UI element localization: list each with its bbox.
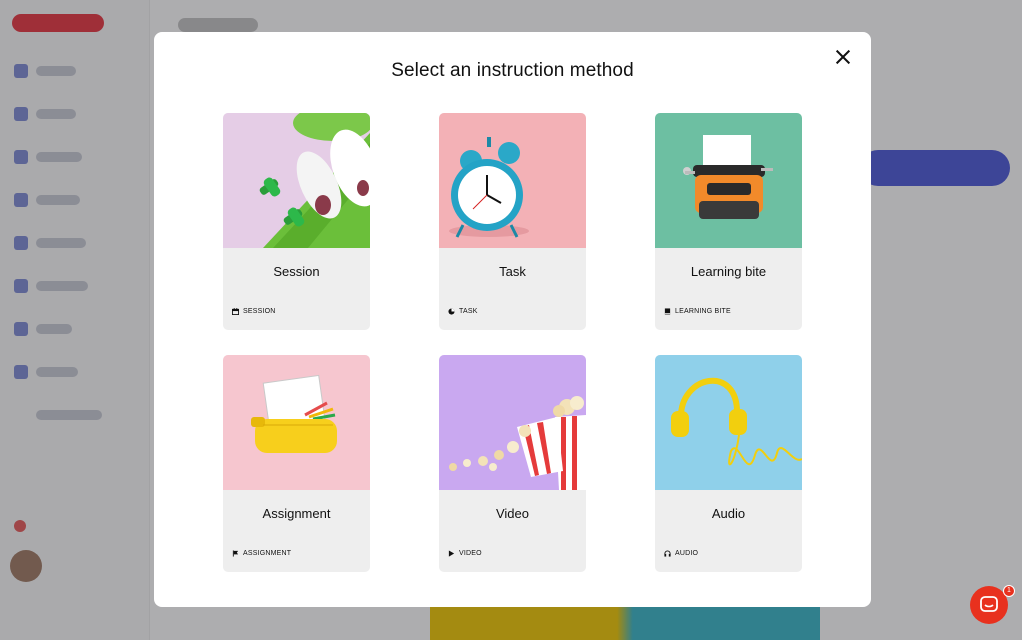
card-video-image [439, 355, 586, 490]
card-assignment[interactable]: Assignment ASSIGNMENT [223, 355, 370, 572]
instruction-method-modal: Select an instruction method Session SES… [154, 32, 871, 607]
card-tag-label: AUDIO [675, 550, 699, 557]
pie-icon [448, 308, 455, 315]
card-tag-label: VIDEO [459, 550, 482, 557]
card-audio[interactable]: Audio AUDIO [655, 355, 802, 572]
card-tag-label: TASK [459, 308, 478, 315]
card-learning-bite-image [655, 113, 802, 248]
typewriter-image [655, 113, 802, 248]
card-session-image [223, 113, 370, 248]
card-tag: AUDIO [664, 550, 698, 557]
card-title: Learning bite [690, 264, 767, 279]
card-title: Assignment [262, 506, 331, 521]
pencil-case-image [223, 355, 370, 490]
card-tag-label: LEARNING BITE [675, 308, 731, 315]
close-icon[interactable] [832, 46, 854, 68]
card-tag: ASSIGNMENT [232, 550, 291, 557]
alarm-clock-image [439, 113, 586, 248]
card-tag-label: ASSIGNMENT [243, 550, 292, 557]
book-icon [664, 308, 671, 315]
card-tag: TASK [448, 308, 478, 315]
card-session[interactable]: Session SESSION [223, 113, 370, 330]
card-learning-bite[interactable]: Learning bite LEARNING BITE [655, 113, 802, 330]
card-assignment-image [223, 355, 370, 490]
card-title: Session [273, 264, 320, 279]
modal-title: Select an instruction method [391, 60, 634, 81]
card-task-image [439, 113, 586, 248]
card-task[interactable]: Task TASK [439, 113, 586, 330]
card-title: Audio [711, 506, 746, 521]
card-tag: LEARNING BITE [664, 308, 731, 315]
card-audio-image [655, 355, 802, 490]
popcorn-image [439, 355, 586, 490]
card-title: Video [495, 506, 529, 521]
card-tag-label: SESSION [243, 308, 276, 315]
headphones-icon [664, 550, 671, 557]
chat-icon [980, 596, 998, 612]
card-tag: VIDEO [448, 550, 482, 557]
card-video[interactable]: Video VIDEO [439, 355, 586, 572]
card-title: Task [499, 264, 526, 279]
chat-badge: 1 [1003, 585, 1015, 597]
sneakers-image [223, 113, 370, 248]
card-tag: SESSION [232, 308, 276, 315]
calendar-icon [232, 308, 239, 315]
flag-icon [232, 550, 239, 557]
headphones-image [655, 355, 802, 490]
play-icon [448, 550, 455, 557]
